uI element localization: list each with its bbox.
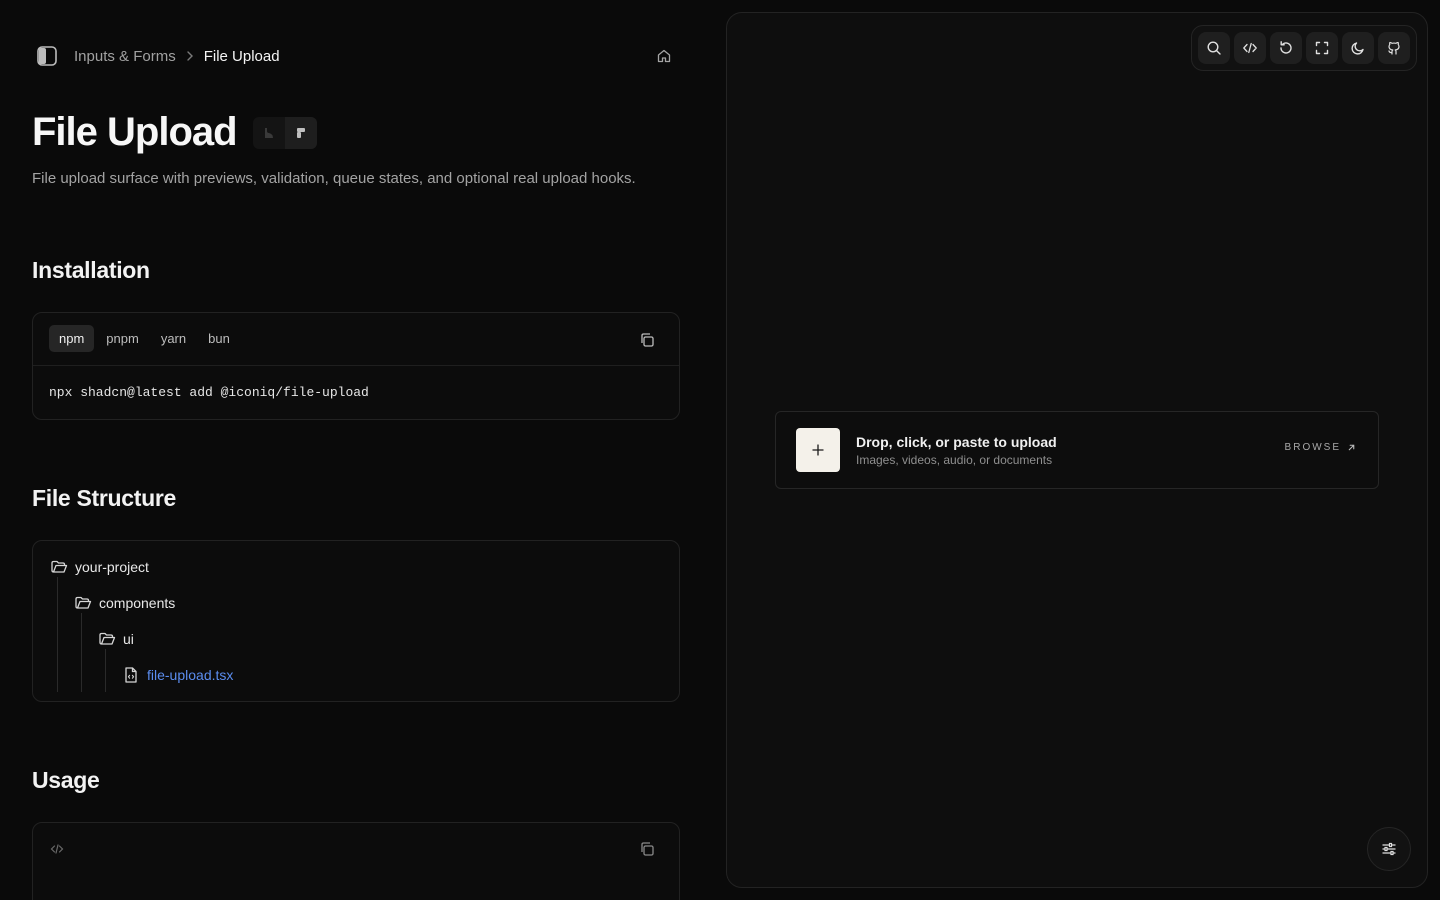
tree-guide-line [57,577,58,692]
fullscreen-icon[interactable] [1306,32,1338,64]
tree-label: ui [123,631,134,647]
breadcrumb-current: File Upload [203,47,280,65]
settings-sliders-icon[interactable] [1367,827,1411,871]
code-icon [49,841,65,857]
folder-open-icon [49,557,69,577]
tree-folder-components[interactable]: components [73,591,175,615]
home-icon[interactable] [652,44,676,68]
copy-icon[interactable] [637,839,657,859]
dropzone-subtitle: Images, videos, audio, or documents [856,453,1053,467]
tree-file-file-upload[interactable]: file-upload.tsx [121,663,233,687]
sidebar-toggle-icon[interactable] [36,45,58,67]
page-description: File upload surface with previews, valid… [32,170,636,187]
package-manager-tabs: npm pnpm yarn bun [49,325,240,352]
file-code-icon [121,665,141,685]
arrow-up-right-icon [1348,444,1355,451]
breadcrumb: Inputs & Forms File Upload [36,44,280,68]
installation-card: npm pnpm yarn bun npx shadcn@latest add … [32,312,680,420]
figma-badge-icon[interactable] [284,116,317,149]
install-command[interactable]: npx shadcn@latest add @iconiq/file-uploa… [49,385,369,400]
badge-group [252,116,317,149]
preview-toolbar [1191,25,1417,71]
browse-button[interactable]: BROWSE [1285,442,1356,453]
usage-heading: Usage [32,767,100,793]
copy-icon[interactable] [637,330,657,350]
add-file-button[interactable] [796,428,840,472]
divider [33,365,679,366]
installation-heading: Installation [32,257,150,283]
tab-yarn[interactable]: yarn [151,325,196,352]
plus-icon [812,444,824,456]
tree-label: components [99,595,176,611]
github-icon[interactable] [1378,32,1410,64]
tree-guide-line [81,613,82,692]
tab-npm[interactable]: npm [49,325,95,352]
dropzone-title: Drop, click, or paste to upload [856,434,1057,450]
moon-icon[interactable] [1342,32,1374,64]
folder-open-icon [97,629,117,649]
breadcrumb-parent[interactable]: Inputs & Forms [74,48,176,65]
code-icon[interactable] [1234,32,1266,64]
tree-label: your-project [75,559,149,575]
tree-folder-ui[interactable]: ui [97,627,134,651]
docs-panel: Inputs & Forms File Upload File Upload F… [0,0,712,900]
preview-panel: Drop, click, or paste to upload Images, … [726,12,1428,888]
folder-open-icon [73,593,93,613]
tree-label: file-upload.tsx [147,667,234,683]
file-tree-card: your-project components ui file-upload.t… [32,540,680,702]
usage-card [32,822,680,900]
tab-bun[interactable]: bun [198,325,240,352]
shadcn-badge-icon[interactable] [253,117,285,149]
file-dropzone[interactable]: Drop, click, or paste to upload Images, … [775,411,1379,489]
browse-label: BROWSE [1284,442,1341,453]
title-row: File Upload [32,110,317,155]
tree-guide-line [105,649,106,692]
page-title: File Upload [32,110,238,154]
search-icon[interactable] [1198,32,1230,64]
refresh-icon[interactable] [1270,32,1302,64]
tree-folder-root[interactable]: your-project [49,555,149,579]
file-structure-heading: File Structure [32,485,177,511]
tab-pnpm[interactable]: pnpm [96,325,149,352]
chevron-right-icon [184,50,196,62]
